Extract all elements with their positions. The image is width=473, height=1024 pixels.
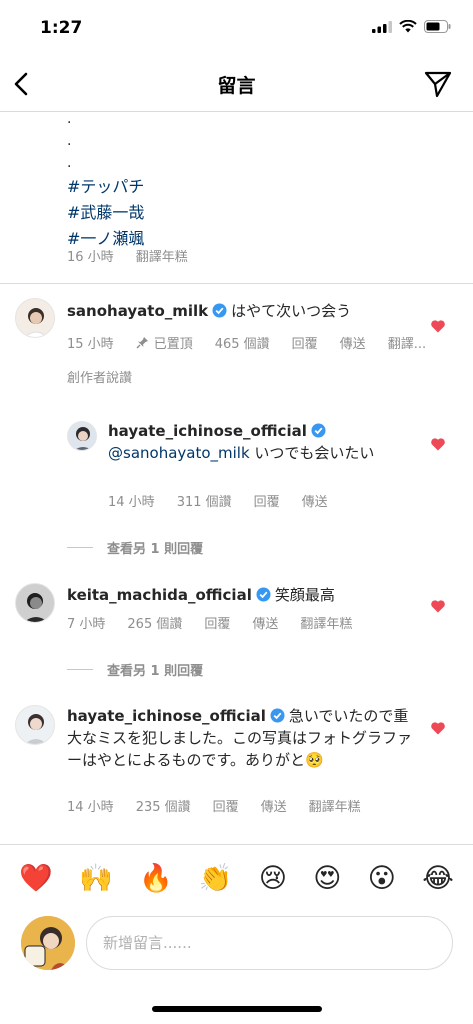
comment-meta: 14 小時 235 個讚 回覆 傳送 翻譯年糕 bbox=[67, 796, 361, 815]
likes-count[interactable]: 465 個讚 bbox=[215, 333, 270, 352]
comment-body: sanohayato_milk はやて次いつ会う bbox=[67, 300, 427, 322]
caption-dot: . bbox=[67, 155, 72, 171]
comment-username[interactable]: hayate_ichinose_official bbox=[67, 707, 266, 725]
translate-button[interactable]: 翻譯年糕 bbox=[309, 796, 361, 815]
view-more-label: 查看另 1 則回覆 bbox=[107, 542, 204, 557]
emoji-clap[interactable]: 👏 bbox=[199, 862, 233, 894]
comment-body: keita_machida_official 笑顔最高 bbox=[67, 584, 427, 606]
avatar-image bbox=[24, 308, 48, 337]
signal-icon bbox=[372, 20, 392, 33]
avatar[interactable] bbox=[67, 421, 97, 451]
hashtag-link[interactable]: #武藤一哉 bbox=[67, 200, 447, 226]
divider bbox=[0, 844, 473, 845]
emoji-quick-bar: ❤️ 🙌 🔥 👏 😢 😍 😮 😂 bbox=[0, 854, 473, 902]
avatar[interactable] bbox=[15, 705, 55, 745]
avatar[interactable] bbox=[15, 298, 55, 338]
avatar-image bbox=[74, 427, 92, 450]
pinned-label: 已置頂 bbox=[136, 333, 193, 352]
reply-button[interactable]: 回覆 bbox=[254, 491, 280, 510]
caption-time: 16 小時 bbox=[67, 250, 114, 265]
likes-count[interactable]: 311 個讚 bbox=[177, 491, 232, 510]
avatar-image bbox=[16, 584, 54, 622]
status-icons bbox=[372, 20, 451, 33]
caption-dot: . bbox=[67, 133, 72, 149]
emoji-crying[interactable]: 😢 bbox=[259, 863, 287, 894]
emoji-fire[interactable]: 🔥 bbox=[139, 862, 173, 894]
comment-time: 15 小時 bbox=[67, 337, 114, 352]
reply-button[interactable]: 回覆 bbox=[213, 796, 239, 815]
comment-username[interactable]: hayate_ichinose_official bbox=[108, 422, 307, 440]
view-more-replies-button[interactable]: 查看另 1 則回覆 bbox=[67, 538, 203, 557]
hashtag-link[interactable]: #テッパチ bbox=[67, 174, 447, 200]
avatar-image bbox=[21, 916, 75, 970]
likes-count[interactable]: 235 個讚 bbox=[136, 796, 191, 815]
translate-button[interactable]: 翻譯... bbox=[388, 333, 426, 352]
comment-text: 笑顔最高 bbox=[274, 586, 335, 604]
send-button[interactable]: 傳送 bbox=[340, 333, 366, 352]
heart-icon[interactable] bbox=[430, 598, 446, 614]
view-more-line bbox=[67, 669, 93, 670]
translate-button[interactable]: 翻譯年糕 bbox=[300, 613, 352, 632]
comment-username[interactable]: keita_machida_official bbox=[67, 586, 252, 604]
comment-text: はやて次いつ会う bbox=[231, 302, 352, 320]
heart-icon[interactable] bbox=[430, 436, 446, 452]
reply-button[interactable]: 回覆 bbox=[204, 613, 230, 632]
verified-badge-icon bbox=[212, 303, 227, 318]
view-more-label: 查看另 1 則回覆 bbox=[107, 664, 204, 679]
caption-meta: 16 小時 翻譯年糕 bbox=[67, 246, 188, 265]
comment-text: いつでも会いたい bbox=[249, 444, 375, 462]
wifi-icon bbox=[399, 20, 417, 33]
likes-count[interactable]: 265 個讚 bbox=[127, 613, 182, 632]
status-time: 1:27 bbox=[40, 18, 83, 38]
verified-badge-icon bbox=[311, 423, 326, 438]
comment-input-row bbox=[0, 906, 473, 972]
comment-time: 14 小時 bbox=[108, 495, 155, 510]
author-liked-label: 創作者說讚 bbox=[67, 367, 132, 386]
emoji-heart[interactable]: ❤️ bbox=[19, 862, 53, 894]
verified-badge-icon bbox=[256, 587, 271, 602]
caption: . . . #テッパチ #武藤一哉 #一ノ瀬颯 bbox=[67, 108, 447, 252]
reply-body: hayate_ichinose_official @sanohayato_milk… bbox=[108, 420, 438, 464]
comment-input[interactable] bbox=[86, 916, 453, 970]
header: 留言 bbox=[0, 56, 473, 112]
heart-icon[interactable] bbox=[430, 318, 446, 334]
emoji-raised-hands[interactable]: 🙌 bbox=[79, 862, 113, 894]
status-bar: 1:27 bbox=[0, 0, 473, 56]
reply-button[interactable]: 回覆 bbox=[292, 333, 318, 352]
mention-link[interactable]: @sanohayato_milk bbox=[108, 444, 250, 462]
comment-username[interactable]: sanohayato_milk bbox=[67, 302, 208, 320]
comment-body: hayate_ichinose_official 急いでいたので重大なミスを犯しま… bbox=[67, 705, 422, 771]
view-more-line bbox=[67, 547, 93, 548]
comment-meta: 14 小時 311 個讚 回覆 傳送 bbox=[108, 491, 328, 510]
home-indicator bbox=[152, 1006, 322, 1012]
translate-button[interactable]: 翻譯年糕 bbox=[136, 246, 188, 265]
send-button[interactable]: 傳送 bbox=[261, 796, 287, 815]
pin-icon bbox=[136, 337, 148, 349]
heart-icon[interactable] bbox=[430, 720, 446, 736]
comment-time: 7 小時 bbox=[67, 617, 106, 632]
emoji-heart-eyes[interactable]: 😍 bbox=[313, 863, 341, 894]
send-button[interactable]: 傳送 bbox=[302, 491, 328, 510]
divider bbox=[0, 283, 473, 284]
verified-badge-icon bbox=[270, 708, 285, 723]
paper-plane-icon bbox=[424, 71, 452, 98]
caption-dot: . bbox=[67, 111, 72, 127]
view-more-replies-button[interactable]: 查看另 1 則回覆 bbox=[67, 660, 203, 679]
share-button[interactable] bbox=[423, 69, 453, 99]
my-avatar bbox=[21, 916, 75, 970]
avatar[interactable] bbox=[15, 583, 55, 623]
avatar-image bbox=[25, 714, 47, 744]
comment-time: 14 小時 bbox=[67, 800, 114, 815]
emoji-surprised[interactable]: 😮 bbox=[368, 863, 396, 894]
author-liked-text: 創作者說讚 bbox=[67, 371, 133, 386]
page-title: 留言 bbox=[217, 75, 256, 97]
comment-meta: 15 小時 已置頂 465 個讚 回覆 傳送 翻譯... bbox=[67, 333, 426, 352]
emoji-laughing[interactable]: 😂 bbox=[422, 863, 454, 894]
pinned-text: 已置頂 bbox=[153, 337, 193, 352]
send-button[interactable]: 傳送 bbox=[252, 613, 278, 632]
battery-icon bbox=[424, 20, 451, 33]
comment-meta: 7 小時 265 個讚 回覆 傳送 翻譯年糕 bbox=[67, 613, 352, 632]
